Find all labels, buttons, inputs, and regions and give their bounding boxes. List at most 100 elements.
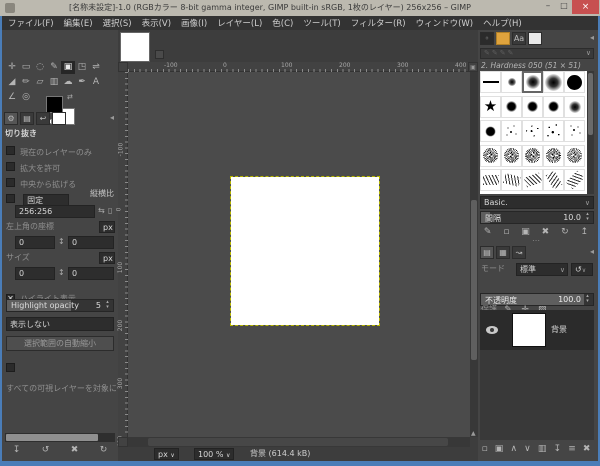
vertical-scrollbar[interactable]: ▲ (470, 72, 478, 437)
brush-swatch[interactable] (522, 96, 543, 118)
undo-history-tab-icon[interactable]: ↩ (36, 112, 50, 125)
paths-tab-icon[interactable]: ↝ (512, 246, 526, 259)
brush-swatch[interactable] (501, 145, 522, 167)
size-spin-icon[interactable]: ↕ (58, 268, 65, 277)
spinner-arrows[interactable]: ▴▾ (583, 212, 592, 223)
brush-swatch[interactable] (543, 71, 564, 93)
brush-swatch[interactable] (501, 96, 522, 118)
checkbox[interactable] (6, 162, 15, 171)
chevron-down-icon[interactable]: ∨ (586, 49, 591, 57)
tool-options-scrollbar[interactable] (5, 433, 115, 442)
scroll-up-icon[interactable]: ▲ (471, 430, 476, 437)
reset-tool-icon[interactable]: ↻ (100, 445, 108, 455)
anchor-layer-icon[interactable]: ↧ (554, 444, 562, 454)
maximize-button[interactable]: □ (556, 1, 572, 14)
scrollbar-thumb[interactable] (148, 438, 448, 446)
aspect-swap-icon[interactable]: ⇆ (98, 206, 105, 215)
brush-swatch[interactable] (564, 120, 585, 142)
delete-preset-icon[interactable]: ✖ (71, 445, 79, 455)
brush-swatch[interactable]: ★ (480, 96, 501, 118)
restore-preset-icon[interactable]: ↺ (42, 445, 50, 455)
edit-brush-icon[interactable]: ✎ (484, 227, 492, 237)
mode-switch-dropdown[interactable]: ↺∨ (571, 263, 593, 276)
menu-image[interactable]: 画像(I) (181, 17, 207, 29)
brush-swatch[interactable] (501, 120, 522, 142)
save-preset-icon[interactable]: ↧ (13, 445, 21, 455)
new-layer-group-icon[interactable]: ▣ (495, 444, 504, 454)
brush-swatch[interactable] (480, 71, 501, 93)
title-bar[interactable]: [名称未設定]-1.0 (RGBカラー 8-bit gamma integer,… (0, 0, 600, 16)
brush-tag-filter[interactable]: ✎✎✎✎ ∨ (480, 48, 594, 59)
dock-corner-menu-icon[interactable]: ◂ (590, 34, 594, 43)
spinner-arrows[interactable]: ▴▾ (103, 300, 112, 311)
brush-swatch[interactable] (480, 169, 501, 191)
image-tab-thumbnail[interactable] (120, 32, 150, 62)
menu-view[interactable]: 表示(V) (142, 17, 171, 29)
eraser-tool-icon[interactable]: ▱ (33, 76, 47, 89)
brush-swatch[interactable] (522, 169, 543, 191)
menu-tools[interactable]: ツール(T) (303, 17, 340, 29)
brush-swatch[interactable] (543, 145, 564, 167)
menu-select[interactable]: 選択(S) (103, 17, 132, 29)
new-brush-icon[interactable]: ▫ (503, 227, 509, 237)
aspect-dropdown[interactable]: 縦横比 (90, 190, 114, 199)
checkbox[interactable] (6, 146, 15, 155)
merge-down-icon[interactable]: ≡ (568, 444, 576, 454)
spinner-arrows[interactable]: ▴▾ (583, 294, 592, 305)
brush-swatch[interactable] (543, 169, 564, 191)
aspect-ratio-input[interactable]: 256:256 (15, 205, 95, 218)
option-shrink-merged[interactable]: すべての可視レイヤーを対象に (6, 357, 116, 395)
scrollbar-thumb[interactable] (6, 434, 98, 441)
dock-corner-menu-icon[interactable]: ◂ (590, 248, 594, 257)
tool-options-tab-icon[interactable]: ⚙ (4, 112, 18, 125)
aspect-orientation-icon[interactable]: ▯ (108, 206, 112, 215)
guides-dropdown[interactable]: 表示しない (6, 317, 114, 331)
position-y-input[interactable]: 0 (68, 236, 114, 249)
colors-tab-icon[interactable] (52, 112, 66, 125)
quick-mask-toggle[interactable] (118, 437, 128, 447)
size-unit-dropdown[interactable]: px (99, 252, 115, 264)
brush-swatch[interactable] (543, 96, 564, 118)
checkbox[interactable] (6, 178, 15, 187)
menu-filters[interactable]: フィルター(R) (351, 17, 406, 29)
position-x-input[interactable]: 0 (15, 236, 55, 249)
brush-swatch[interactable] (543, 120, 564, 142)
fonts-tab-icon[interactable]: Aa (512, 32, 526, 45)
raise-layer-icon[interactable]: ∧ (510, 444, 517, 454)
menu-layer[interactable]: レイヤー(L) (217, 17, 262, 29)
position-spin-icon[interactable]: ↕ (58, 237, 65, 246)
text-tool-icon[interactable]: A (89, 76, 103, 89)
close-button[interactable]: × (572, 0, 599, 14)
dock-corner-menu-icon[interactable]: ◂ (110, 114, 114, 123)
unit-dropdown[interactable]: px ∨ (154, 448, 179, 460)
ruler-corner-button[interactable] (118, 62, 128, 72)
swap-colors-icon[interactable]: ⇄ (67, 93, 73, 101)
clone-tool-icon[interactable]: ▥ (47, 76, 61, 89)
refresh-brushes-icon[interactable]: ↻ (561, 227, 569, 237)
canvas-viewport[interactable] (128, 72, 470, 437)
brush-swatch[interactable] (501, 71, 522, 93)
delete-layer-icon[interactable]: ✖ (583, 444, 591, 454)
ink-tool-icon[interactable]: ✒ (75, 76, 89, 89)
measure-tool-icon[interactable]: ∠ (5, 91, 19, 104)
layer-row-background[interactable]: 背景 (480, 310, 594, 350)
brush-spacing-slider[interactable]: 間隔 10.0 ▴▾ (480, 211, 594, 224)
channels-tab-icon[interactable]: ▦ (496, 246, 510, 259)
layers-tab-icon[interactable]: ▤ (480, 246, 494, 259)
layer-thumbnail[interactable] (512, 313, 546, 347)
document-history-tab-icon[interactable] (528, 32, 542, 45)
size-y-input[interactable]: 0 (68, 267, 114, 280)
menu-colors[interactable]: 色(C) (272, 17, 293, 29)
brushes-tab-icon[interactable]: ◦ (480, 32, 494, 45)
menu-file[interactable]: ファイル(F) (8, 17, 54, 29)
duplicate-layer-icon[interactable]: ▥ (538, 444, 547, 454)
position-unit-dropdown[interactable]: px (99, 221, 115, 233)
brush-swatch-selected[interactable] (522, 71, 543, 93)
menu-edit[interactable]: 編集(E) (64, 17, 93, 29)
visibility-eye-icon[interactable] (486, 326, 498, 334)
highlight-opacity-slider[interactable]: Highlight opacity 5 ▴▾ (6, 299, 114, 312)
brush-scrollbar[interactable] (587, 71, 594, 194)
brush-swatch[interactable] (564, 169, 585, 191)
scrollbar-thumb[interactable] (471, 200, 477, 360)
layer-name[interactable]: 背景 (551, 326, 567, 335)
